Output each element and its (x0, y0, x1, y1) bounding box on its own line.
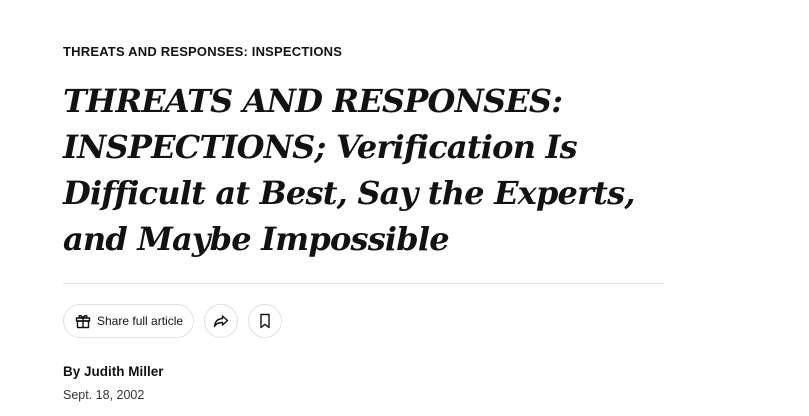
article-headline: THREATS AND RESPONSES: INSPECTIONS; Veri… (63, 82, 636, 258)
article-date: Sept. 18, 2002 (63, 388, 145, 402)
share-arrow-icon (212, 312, 230, 330)
save-bookmark-button[interactable] (248, 304, 283, 338)
article-actions-toolbar: Share full article (63, 303, 283, 339)
header-divider (63, 283, 664, 284)
bookmark-icon (256, 312, 274, 330)
share-full-article-label: Share full article (97, 314, 184, 328)
article-byline: By Judith Miller (63, 364, 164, 379)
gift-icon (74, 312, 92, 330)
share-button[interactable] (204, 304, 239, 338)
share-full-article-button[interactable]: Share full article (63, 304, 195, 338)
section-kicker[interactable]: THREATS AND RESPONSES: INSPECTIONS (63, 44, 342, 59)
